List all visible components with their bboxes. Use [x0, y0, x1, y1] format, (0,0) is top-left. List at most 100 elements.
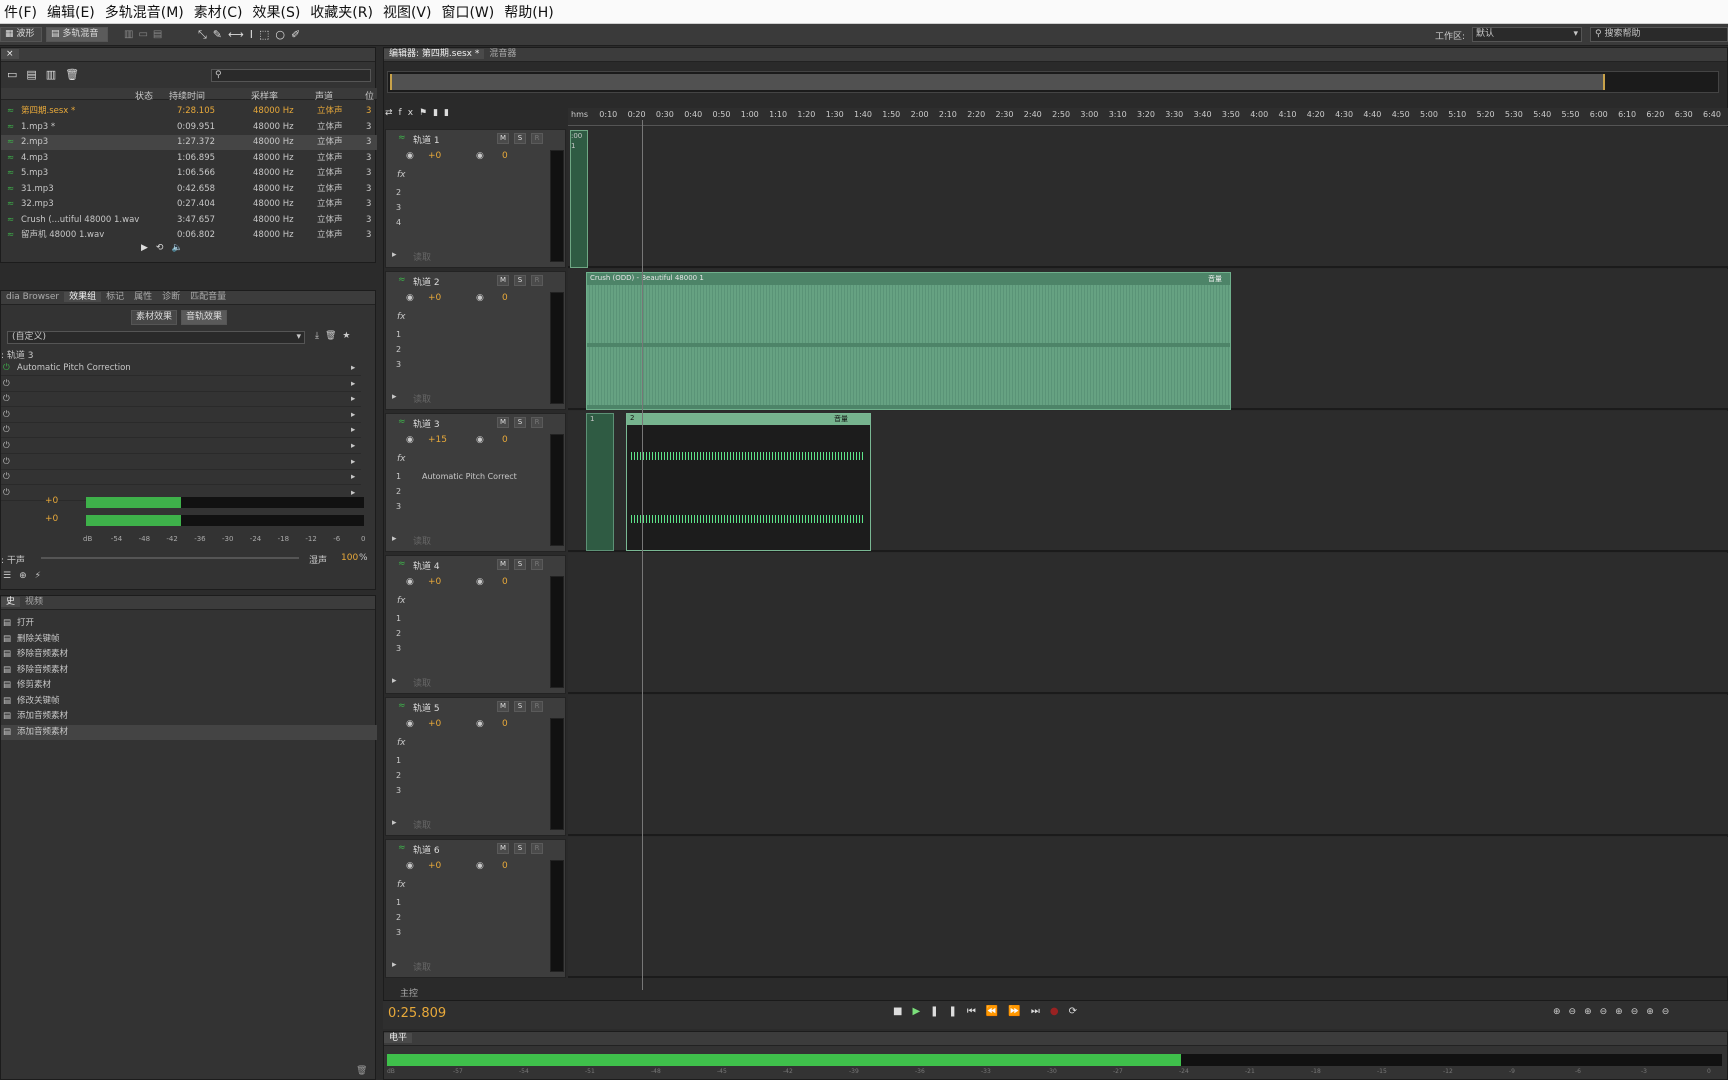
chevron-right-icon[interactable]: ▸	[351, 377, 355, 392]
delete-preset-icon[interactable]: 🗑	[325, 331, 342, 341]
track-name[interactable]: 轨道 4	[413, 559, 440, 572]
col-bits[interactable]: 位	[365, 89, 374, 102]
pan-knob-icon[interactable]: ◉	[476, 293, 484, 303]
history-item[interactable]: ▤ 打开	[1, 616, 377, 631]
fx-icon[interactable]: fx	[397, 170, 406, 180]
files-actions[interactable]: ▭▤▥🗑	[7, 68, 88, 81]
menu-help[interactable]: 帮助(H)	[504, 2, 553, 22]
arm-button[interactable]: R	[531, 417, 543, 428]
chevron-right-icon[interactable]: ▸	[392, 534, 397, 544]
pan-knob-icon[interactable]: ◉	[476, 435, 484, 445]
files-search-input[interactable]: ⚲	[211, 69, 371, 82]
clip-track1[interactable]: :00 1	[570, 130, 588, 268]
track-pan[interactable]: 0	[502, 577, 508, 587]
rack-tools[interactable]: ☰⊕⚡	[3, 571, 49, 581]
time-ruler[interactable]: hms 0:10 0:20 0:30 0:40 0:50 1:00 1:10 1:20 1:30 1…	[568, 108, 1728, 126]
tab-video[interactable]: 视频	[20, 597, 48, 607]
overview-viewport[interactable]	[390, 74, 1605, 90]
volume-knob-icon[interactable]: ◉	[406, 861, 414, 871]
edit-tools[interactable]: ⤡✎⟷I⬚○✐	[198, 28, 306, 42]
history-item[interactable]: ▤ 移除音频素材	[1, 647, 377, 662]
volume-knob-icon[interactable]: ◉	[406, 719, 414, 729]
mute-button[interactable]: M	[497, 843, 509, 854]
mute-button[interactable]: M	[497, 275, 509, 286]
favorite-icon[interactable]: ★	[342, 331, 356, 341]
track-effects-tab[interactable]: 音轨效果	[181, 310, 228, 325]
mute-button[interactable]: M	[497, 133, 509, 144]
files-tab[interactable]: ×	[1, 49, 19, 59]
menu-effects[interactable]: 效果(S)	[252, 2, 300, 22]
menu-view[interactable]: 视图(V)	[383, 2, 432, 22]
fast-forward-icon[interactable]: ⏩	[1008, 1006, 1030, 1017]
history-item[interactable]: ▤ 添加音频素材	[1, 724, 377, 740]
record-icon[interactable]: ●	[1050, 1006, 1069, 1017]
track-volume[interactable]: +0	[428, 151, 441, 161]
automation-mode[interactable]: 读取	[413, 676, 431, 689]
skip-forward-icon[interactable]: ⏭	[1031, 1006, 1050, 1017]
mix-slider[interactable]	[41, 557, 299, 559]
menu-window[interactable]: 窗口(W)	[441, 2, 494, 22]
loop-icon[interactable]: ⟳	[1069, 1006, 1087, 1017]
chevron-right-icon[interactable]: ▸	[392, 818, 397, 828]
speaker-icon[interactable]: 🔈	[171, 243, 190, 253]
col-samplerate[interactable]: 采样率	[251, 89, 278, 102]
menu-file[interactable]: 件(F)	[4, 2, 37, 22]
output-gain[interactable]: +0	[45, 514, 58, 524]
effect-slot[interactable]: ⏻ ▸	[1, 423, 361, 439]
power-icon[interactable]: ⏻	[3, 423, 10, 438]
wet-value[interactable]: 100	[341, 553, 358, 563]
menu-edit[interactable]: 编辑(E)	[47, 2, 95, 22]
preview-controls[interactable]: ▶⟲🔈	[141, 243, 191, 253]
track-pan[interactable]: 0	[502, 435, 508, 445]
tab-match-volume[interactable]: 匹配音量	[185, 292, 231, 302]
fx-icon[interactable]: fx	[397, 454, 406, 464]
levels-tab[interactable]: 电平	[384, 1033, 413, 1043]
automation-mode[interactable]: 读取	[413, 392, 431, 405]
track-lane[interactable]	[568, 127, 1728, 268]
arm-button[interactable]: R	[531, 559, 543, 570]
arm-button[interactable]: R	[531, 843, 543, 854]
volume-knob-icon[interactable]: ◉	[406, 151, 414, 161]
chevron-right-icon[interactable]: ▸	[351, 392, 355, 407]
history-item[interactable]: ▤ 添加音频素材	[1, 709, 377, 724]
file-row[interactable]: ≈ Crush (...utiful 48000 1.wav 3:47.657 …	[1, 213, 377, 228]
history-item[interactable]: ▤ 删除关键帧	[1, 632, 377, 647]
automation-mode[interactable]: 读取	[413, 960, 431, 973]
fx-icon[interactable]: fx	[397, 596, 406, 606]
tab-mixer[interactable]: 混音器	[484, 49, 521, 59]
arm-button[interactable]: R	[531, 701, 543, 712]
solo-button[interactable]: S	[514, 275, 526, 286]
pan-knob-icon[interactable]: ◉	[476, 577, 484, 587]
arm-button[interactable]: R	[531, 133, 543, 144]
clip-track3-b[interactable]: 2 音量	[626, 413, 871, 551]
solo-button[interactable]: S	[514, 701, 526, 712]
menu-clip[interactable]: 素材(C)	[194, 2, 243, 22]
preset-select[interactable]: (自定义) ▾	[7, 331, 305, 344]
mute-button[interactable]: M	[497, 559, 509, 570]
help-search-input[interactable]: ⚲ 搜索帮助	[1590, 27, 1728, 42]
fx-icon[interactable]: fx	[397, 880, 406, 890]
tab-properties[interactable]: 属性	[129, 292, 157, 302]
power-icon[interactable]: ⏻	[3, 361, 10, 376]
multitrack-view-button[interactable]: ▤ 多轨混音	[46, 27, 108, 42]
power-icon[interactable]: ⏻	[3, 408, 10, 423]
volume-knob-icon[interactable]: ◉	[406, 577, 414, 587]
chevron-right-icon[interactable]: ▸	[351, 408, 355, 423]
power-icon[interactable]: ⏻	[3, 455, 10, 470]
chevron-right-icon[interactable]: ▸	[392, 960, 397, 970]
loop-icon[interactable]: ⟲	[156, 243, 172, 253]
automation-mode[interactable]: 读取	[413, 818, 431, 831]
playhead[interactable]	[642, 120, 643, 990]
stop-icon[interactable]: ■	[893, 1006, 912, 1017]
clip-track3-a[interactable]: 1	[586, 413, 614, 551]
chevron-right-icon[interactable]: ▸	[351, 455, 355, 470]
input-gain[interactable]: +0	[45, 496, 58, 506]
effect-slot[interactable]: ⏻ ▸	[1, 439, 361, 454]
track-toolbar[interactable]: ⇄fx⚑▮▮	[385, 108, 565, 126]
mute-button[interactable]: M	[497, 701, 509, 712]
zoom-controls[interactable]: ⊕⊖⊕⊖⊕⊖⊕⊖	[1553, 1007, 1677, 1017]
overview-bar[interactable]	[387, 71, 1719, 93]
spectral-tools[interactable]: ▥▭▤	[124, 29, 167, 40]
menu-multitrack[interactable]: 多轨混音(M)	[105, 2, 184, 22]
clip-track2[interactable]: Crush (ODD) - Beautiful 48000 1 音量	[586, 272, 1231, 410]
